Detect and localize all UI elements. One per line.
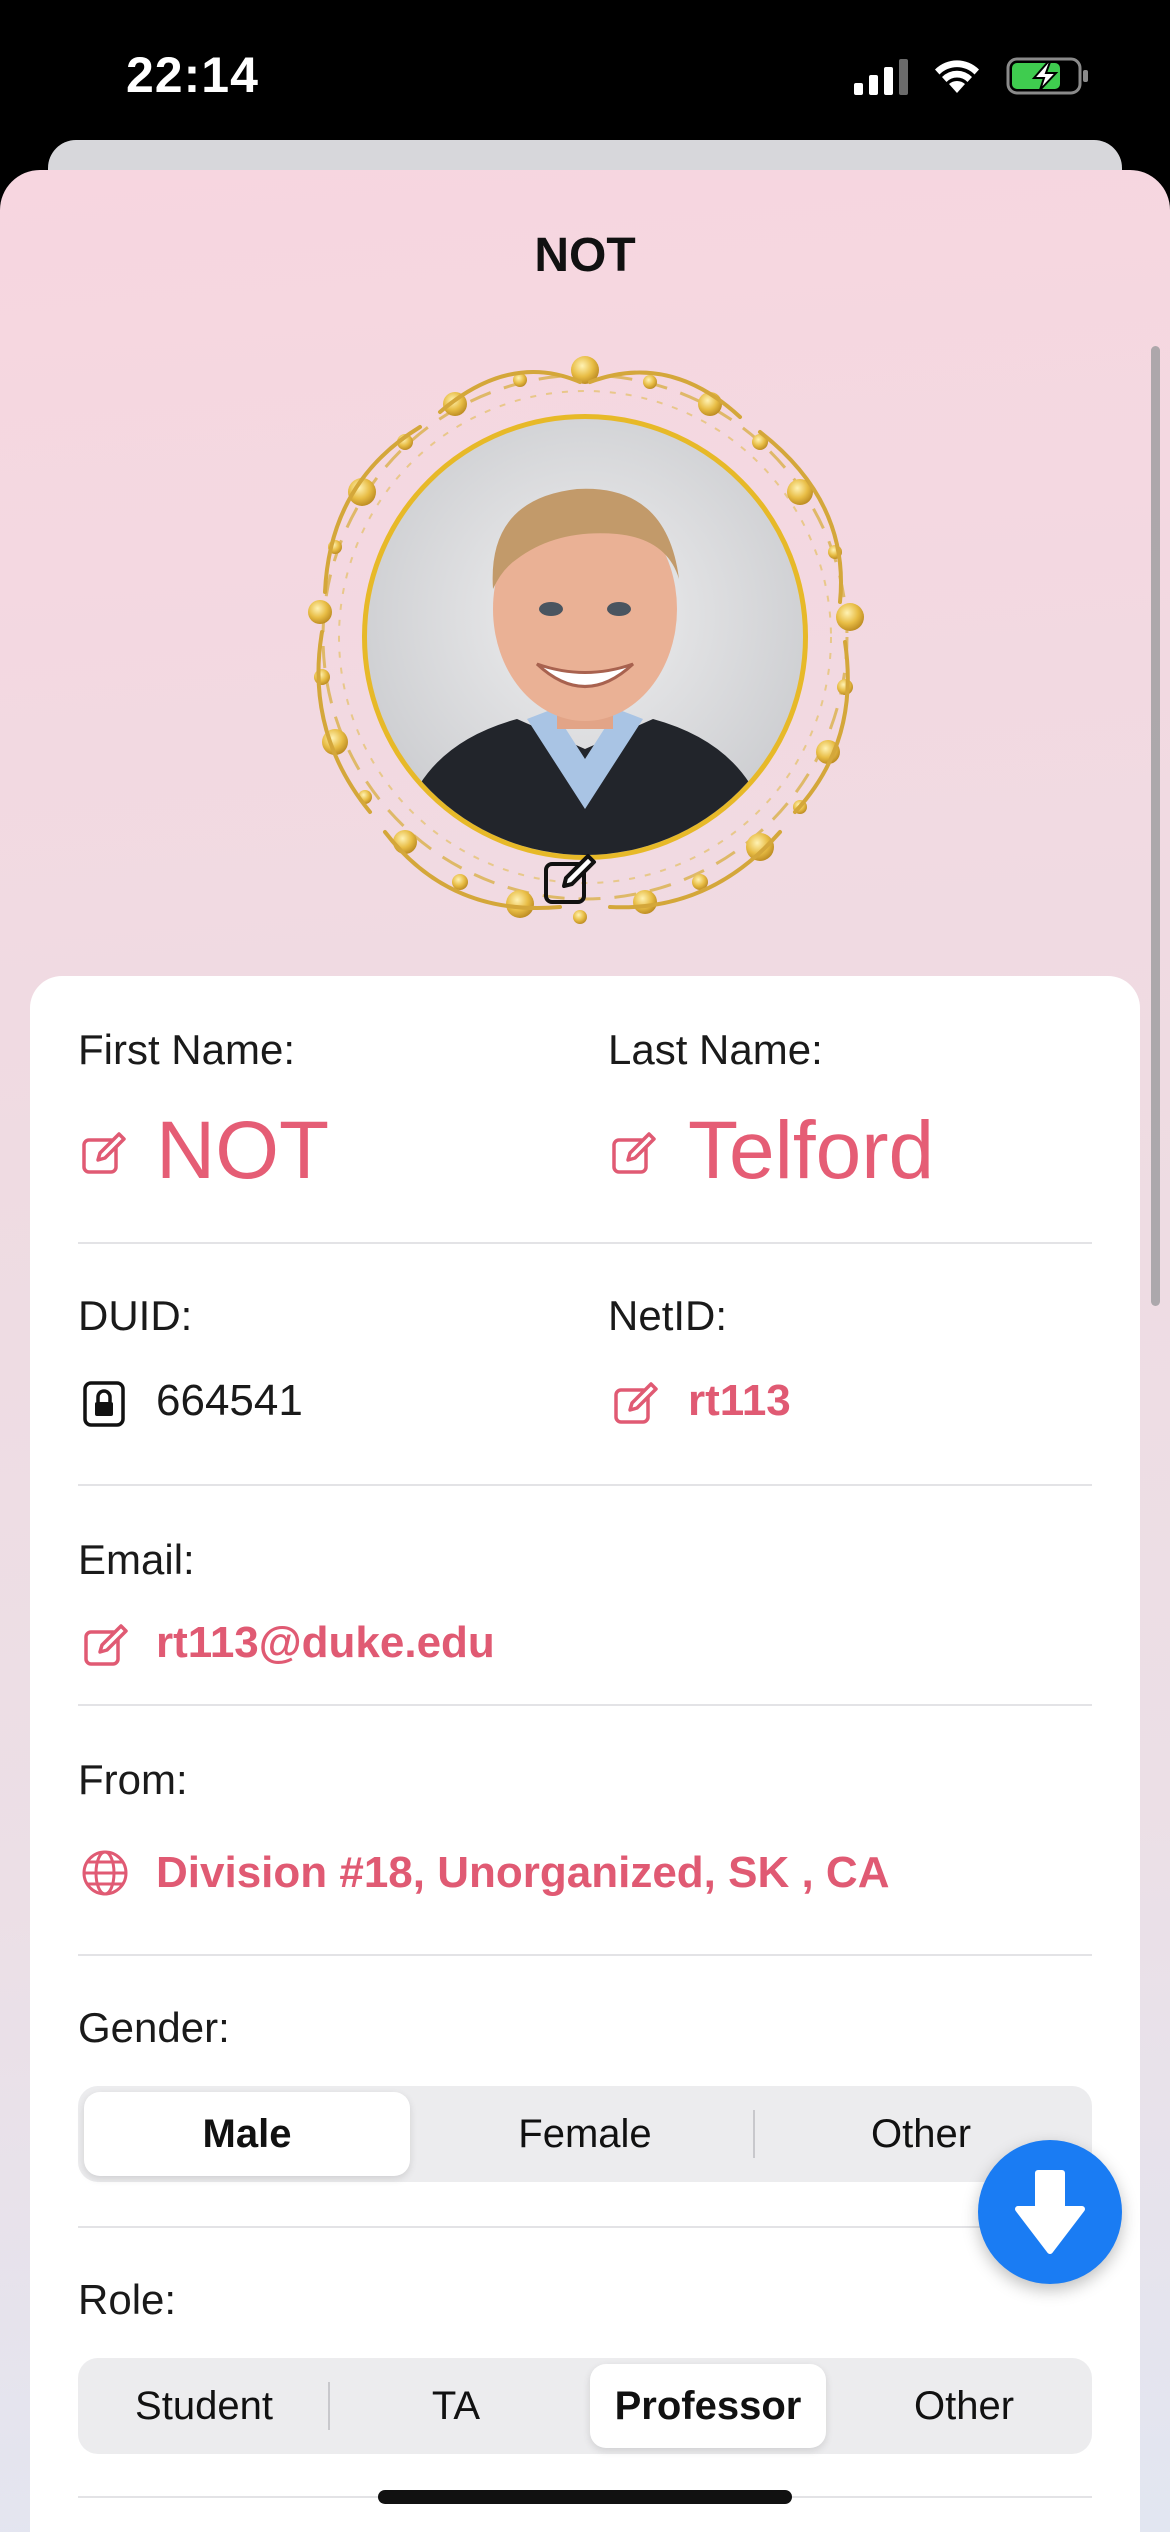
status-bar: 22:14 — [0, 0, 1170, 150]
divider — [78, 1484, 1092, 1486]
gender-option-male[interactable]: Male — [84, 2092, 410, 2176]
arrow-down-icon — [1015, 2170, 1085, 2254]
screen: 22:14 NOT First Name: Last Name: NOT Tel… — [0, 0, 1170, 2532]
first-name-label: First Name: — [78, 1026, 296, 1073]
wifi-icon — [935, 60, 979, 93]
divider — [78, 1242, 1092, 1244]
edit-first-name-icon[interactable] — [80, 1130, 128, 1178]
gender-label: Gender: — [78, 2004, 230, 2051]
download-button[interactable] — [978, 2140, 1122, 2284]
duid-value: 664541 — [156, 1376, 303, 1425]
edit-last-name-icon[interactable] — [610, 1130, 658, 1178]
divider — [78, 1704, 1092, 1706]
edit-photo-icon[interactable] — [542, 852, 598, 908]
lock-icon — [83, 1381, 125, 1427]
role-segmented-control: Student TA Professor Other — [78, 2358, 1092, 2454]
role-option-student[interactable]: Student — [84, 2364, 324, 2448]
email-value[interactable]: rt113@duke.edu — [156, 1618, 495, 1668]
gender-segmented-control: Male Female Other — [78, 2086, 1092, 2182]
sheet-title: NOT — [534, 229, 636, 282]
status-time: 22:14 — [126, 47, 259, 103]
status-icons — [854, 56, 1090, 96]
person-photo-illustration — [397, 488, 773, 855]
role-label: Role: — [78, 2276, 177, 2323]
segment-separator — [753, 2110, 755, 2158]
battery-charging-icon — [1006, 57, 1088, 95]
from-label: From: — [78, 1756, 188, 1803]
globe-icon — [82, 1850, 128, 1896]
location-value[interactable]: Division #18, Unorganized, SK , CA — [156, 1848, 889, 1898]
profile-photo[interactable] — [362, 414, 808, 860]
cellular-signal-icon — [854, 57, 908, 95]
email-label: Email: — [78, 1536, 195, 1583]
last-name-value[interactable]: Telford — [688, 1104, 934, 1198]
edit-netid-icon[interactable] — [612, 1380, 660, 1428]
divider — [78, 2226, 1092, 2228]
divider — [78, 1954, 1092, 1956]
segment-separator — [328, 2382, 330, 2430]
role-option-other[interactable]: Other — [842, 2364, 1086, 2448]
scroll-indicator[interactable] — [1151, 346, 1160, 1306]
profile-card-content: First Name: Last Name: NOT Telford DUID:… — [30, 976, 1140, 2532]
gender-option-female[interactable]: Female — [418, 2092, 752, 2176]
duid-label: DUID: — [78, 1292, 193, 1339]
home-indicator[interactable] — [378, 2490, 792, 2504]
netid-label: NetID: — [608, 1292, 728, 1339]
role-option-ta[interactable]: TA — [336, 2364, 576, 2448]
avatar-frame — [290, 342, 880, 932]
role-option-professor[interactable]: Professor — [590, 2364, 826, 2448]
netid-value[interactable]: rt113 — [688, 1376, 791, 1426]
first-name-value[interactable]: NOT — [156, 1104, 329, 1198]
last-name-label: Last Name: — [608, 1026, 823, 1073]
edit-email-icon[interactable] — [82, 1622, 130, 1670]
